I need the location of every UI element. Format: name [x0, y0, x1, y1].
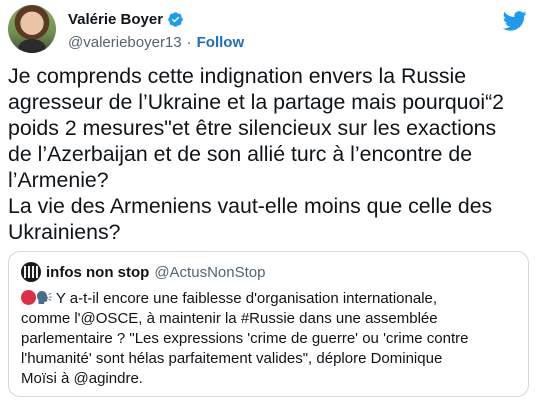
author-display-name[interactable]: Valérie Boyer [68, 11, 163, 28]
author-handle-row: @valerieboyer13 · Follow [68, 34, 244, 51]
quoted-author-handle: @ActusNonStop [154, 263, 266, 281]
author-handle[interactable]: @valerieboyer13 [68, 34, 182, 51]
quoted-tweet-text: Y a-t-il encore une faiblesse d'organisa… [21, 289, 516, 389]
quoted-author-name: infos non stop [46, 263, 150, 281]
author-name-row: Valérie Boyer [68, 11, 184, 28]
tweet-text: Je comprends cette indignation envers la… [8, 64, 505, 244]
quoted-tweet-body: Y a-t-il encore une faiblesse d'organisa… [21, 290, 469, 387]
tweet-header: Valérie Boyer @valerieboyer13 · Follow [8, 5, 529, 61]
quoted-author-avatar [21, 262, 41, 282]
red-circle-icon [21, 290, 36, 305]
twitter-bird-icon[interactable] [503, 11, 527, 31]
author-avatar[interactable] [8, 5, 56, 53]
separator-dot: · [186, 34, 192, 51]
quoted-tweet-header: infos non stop @ActusNonStop [21, 262, 265, 282]
verified-badge-icon [168, 12, 183, 27]
follow-button[interactable]: Follow [197, 34, 245, 51]
quoted-tweet-card[interactable]: infos non stop @ActusNonStop Y a-t-il en… [8, 251, 529, 397]
speaking-head-icon [37, 291, 52, 304]
